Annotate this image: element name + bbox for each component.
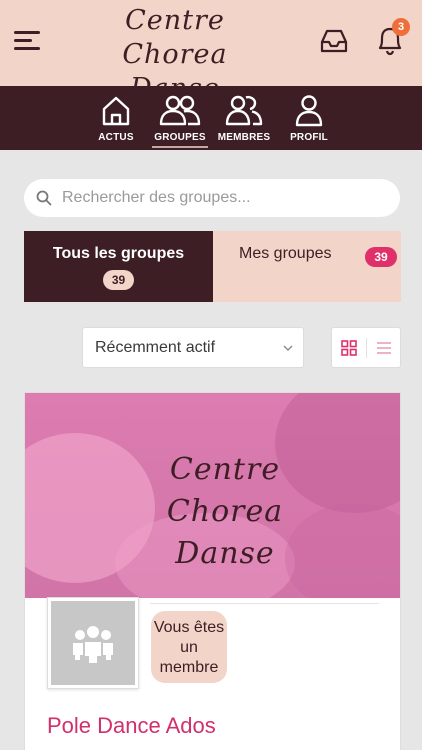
app-header: Centre Chorea Danse 3: [0, 0, 422, 104]
group-filter-tabs: Tous les groupes 39 Mes groupes 39: [24, 231, 401, 302]
nav-tab-profil[interactable]: PROFIL: [284, 86, 334, 150]
cover-logo-line-1: Centre: [169, 452, 281, 487]
group-name-link[interactable]: Pole Dance Ados: [47, 713, 216, 739]
nav-label-actus: ACTUS: [98, 132, 134, 143]
tab-all-groups-label: Tous les groupes: [52, 245, 185, 262]
menu-line: [14, 31, 40, 34]
chevron-down-icon: [283, 345, 293, 351]
profile-icon: [295, 95, 323, 127]
tab-all-groups-count: 39: [103, 270, 134, 290]
toggle-divider: [366, 338, 367, 358]
main-navigation: ACTUS GROUPES MEMBRES PROFIL: [0, 86, 422, 150]
group-avatar-frame: [47, 597, 139, 689]
menu-line: [14, 39, 32, 42]
group-card[interactable]: Centre Chorea Danse Vous êtes un membre …: [24, 392, 401, 750]
home-icon: [102, 96, 130, 126]
nav-label-groupes: GROUPES: [154, 132, 206, 143]
nav-tab-groupes[interactable]: GROUPES: [150, 86, 210, 150]
group-avatar: [51, 601, 135, 685]
logo-line-1: Centre: [125, 5, 225, 36]
menu-icon[interactable]: [14, 26, 44, 54]
sort-dropdown[interactable]: Récemment actif: [82, 327, 304, 368]
sort-selected-value: Récemment actif: [95, 339, 216, 356]
members-icon: [225, 95, 263, 126]
view-mode-toggle: [331, 327, 401, 368]
group-search-bar: [24, 179, 400, 217]
tab-my-groups-count: 39: [365, 247, 397, 267]
card-divider: [150, 603, 379, 604]
membership-status-badge: Vous êtes un membre: [151, 611, 227, 683]
tab-my-groups-label: Mes groupes: [239, 245, 332, 262]
tab-all-groups[interactable]: Tous les groupes 39: [24, 231, 213, 302]
nav-label-profil: PROFIL: [290, 132, 328, 143]
search-icon: [36, 190, 52, 206]
grid-view-icon[interactable]: [341, 340, 357, 356]
inbox-icon[interactable]: [318, 25, 350, 57]
search-input[interactable]: [62, 179, 392, 217]
groups-icon: [159, 95, 201, 126]
group-placeholder-icon: [73, 626, 113, 663]
nav-tab-membres[interactable]: MEMBRES: [216, 86, 272, 150]
nav-label-membres: MEMBRES: [217, 132, 271, 143]
site-logo[interactable]: Centre Chorea Danse: [90, 4, 260, 104]
notification-count-badge: 3: [392, 18, 410, 36]
cover-logo: Centre Chorea Danse: [125, 449, 325, 575]
nav-tab-actus[interactable]: ACTUS: [90, 86, 142, 150]
menu-line: [14, 47, 40, 50]
tab-my-groups[interactable]: Mes groupes 39: [213, 231, 401, 302]
cover-logo-line-2: Chorea Danse: [166, 494, 284, 571]
group-cover-image: Centre Chorea Danse: [25, 393, 400, 598]
active-tab-indicator: [152, 146, 208, 148]
list-view-icon[interactable]: [376, 340, 392, 356]
